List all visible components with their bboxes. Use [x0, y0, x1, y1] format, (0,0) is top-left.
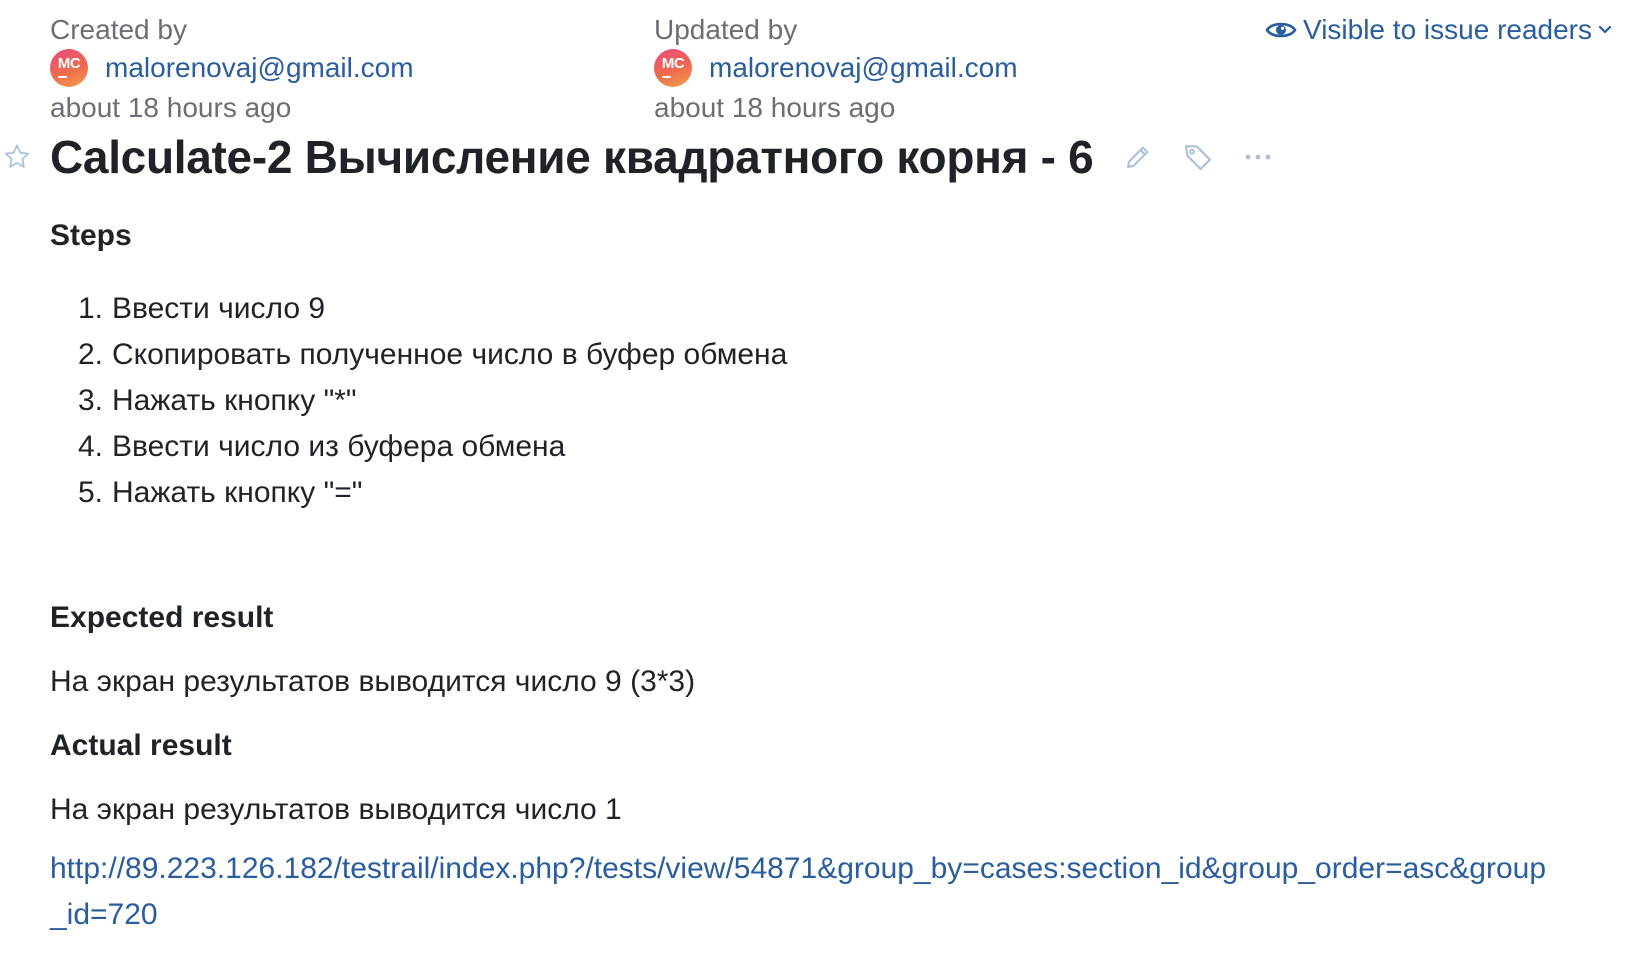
updated-by-email-link[interactable]: malorenovaj@gmail.com [709, 48, 1018, 88]
expected-result-heading: Expected result [50, 601, 274, 634]
steps-heading: Steps [50, 219, 132, 252]
chevron-down-icon [1598, 22, 1614, 38]
visibility-label: Visible to issue readers [1303, 14, 1592, 45]
visibility-dropdown[interactable]: Visible to issue readers [1265, 12, 1614, 48]
created-by-label: Created by [50, 14, 187, 45]
title-actions [1121, 140, 1275, 174]
created-by-user: MC malorenovaj@gmail.com [50, 48, 414, 88]
avatar[interactable]: MC [654, 49, 692, 87]
ellipsis-icon[interactable] [1241, 140, 1275, 174]
created-by-email-link[interactable]: malorenovaj@gmail.com [105, 48, 414, 88]
updated-by-label: Updated by [654, 14, 798, 45]
star-icon[interactable] [2, 140, 36, 174]
issue-title: Calculate-2 Вычисление квадратного корня… [50, 131, 1094, 183]
pencil-icon[interactable] [1121, 140, 1155, 174]
list-item: 3. Нажать кнопку "*" [78, 384, 357, 417]
avatar[interactable]: MC [50, 49, 88, 87]
list-item: 1. Ввести число 9 [78, 292, 326, 325]
actual-result-heading: Actual result [50, 729, 232, 762]
tag-icon[interactable] [1181, 140, 1215, 174]
list-item: 2. Скопировать полученное число в буфер о… [78, 338, 788, 371]
testrail-link[interactable]: http://89.223.126.182/testrail/index.php… [50, 846, 1550, 938]
updated-by-block: Updated by MC malorenovaj@gmail.com abou… [654, 12, 1018, 126]
eye-icon [1265, 18, 1297, 42]
created-by-block: Created by MC malorenovaj@gmail.com abou… [50, 12, 414, 126]
updated-time: about 18 hours ago [654, 92, 896, 123]
issue-description: Steps 1. Ввести число 9 2. Скопировать пол… [50, 214, 1610, 938]
issue-title-row: Calculate-2 Вычисление квадратного корня… [0, 126, 1275, 188]
list-item: 5. Нажать кнопку "=" [78, 476, 363, 509]
list-item: 4. Ввести число из буфера обмена [78, 430, 566, 463]
updated-by-user: MC malorenovaj@gmail.com [654, 48, 1018, 88]
steps-list: 1. Ввести число 9 2. Скопировать полученно… [50, 286, 1610, 516]
created-time: about 18 hours ago [50, 92, 292, 123]
actual-result-text: На экран результатов выводится число 1 [50, 793, 622, 826]
expected-result-text: На экран результатов выводится число 9 (… [50, 665, 696, 698]
